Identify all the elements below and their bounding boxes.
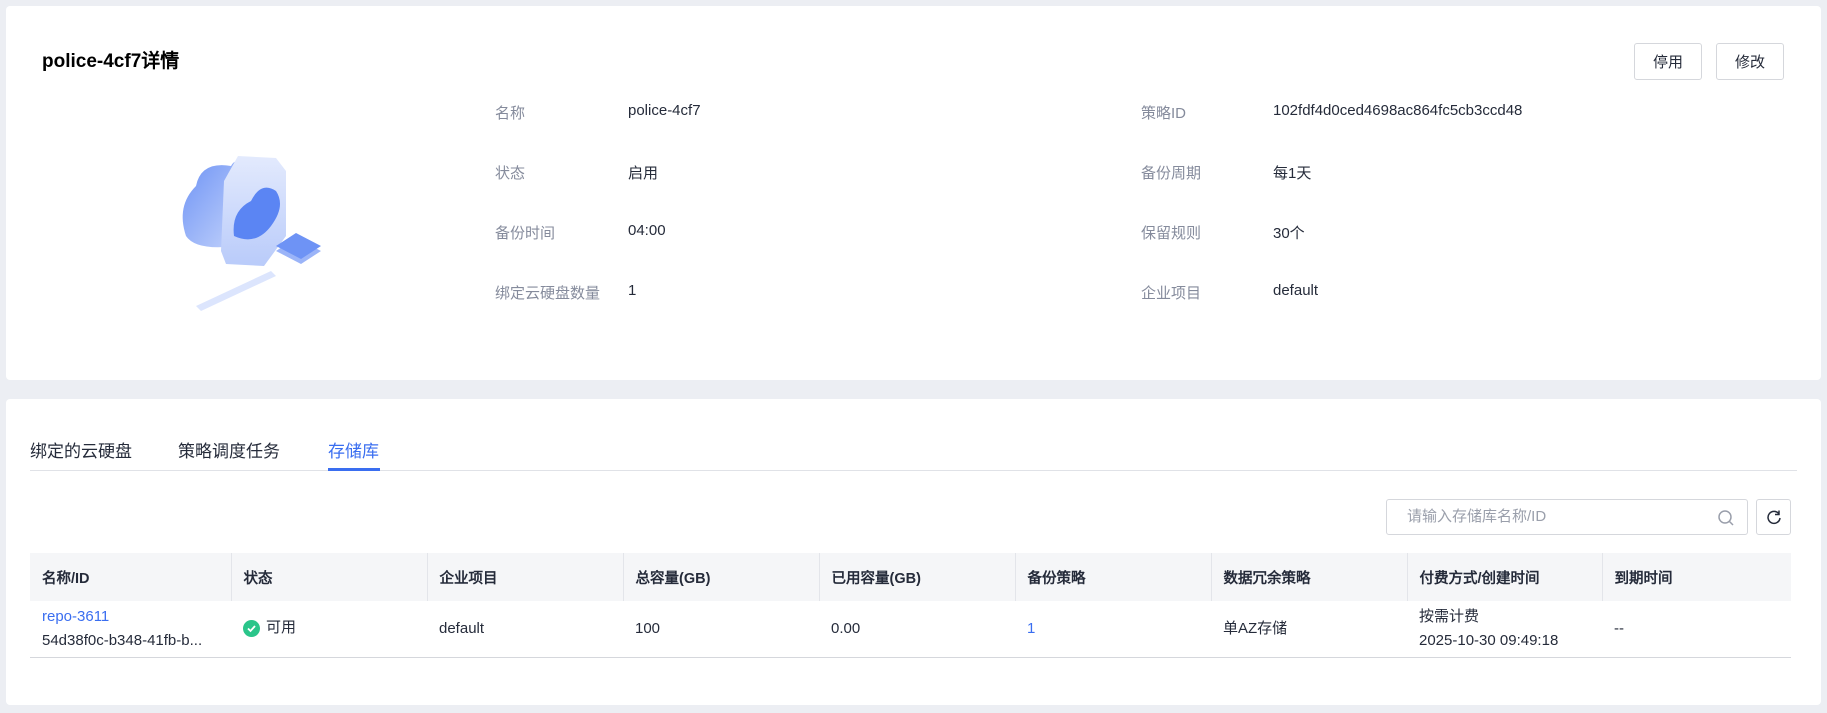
tab-schedule-tasks[interactable]: 策略调度任务 bbox=[178, 437, 280, 462]
detail-value: 启用 bbox=[628, 165, 659, 182]
vault-id: 54d38f0c-b348-41fb-b... bbox=[42, 631, 203, 649]
detail-label: 绑定云硬盘数量 bbox=[495, 285, 601, 302]
search-placeholder: 请输入存储库名称/ID bbox=[1407, 508, 1547, 525]
column-header: 状态 bbox=[230, 553, 427, 601]
column-header: 总容量(GB) bbox=[622, 553, 819, 601]
table-header-row: 名称/ID 状态 企业项目 总容量(GB) 已用容量(GB) 备份策略 数据冗余… bbox=[30, 553, 1791, 601]
detail-label: 状态 bbox=[495, 165, 526, 182]
column-header: 数据冗余策略 bbox=[1210, 553, 1407, 601]
column-header: 到期时间 bbox=[1601, 553, 1791, 601]
detail-value: default bbox=[1273, 282, 1319, 299]
tabs-card: 绑定的云硬盘 策略调度任务 存储库 请输入存储库名称/ID 名称/ID 状态 企… bbox=[6, 399, 1821, 705]
table-row: repo-3611 54d38f0c-b348-41fb-b... 可用 defa… bbox=[30, 601, 1791, 658]
search-icon[interactable] bbox=[1717, 509, 1735, 527]
detail-label: 企业项目 bbox=[1141, 285, 1202, 302]
vault-name-link[interactable]: repo-3611 bbox=[42, 608, 109, 625]
detail-label: 策略ID bbox=[1141, 105, 1187, 122]
billing-mode: 按需计费 bbox=[1419, 607, 1480, 625]
detail-value: 102fdf4d0ced4698ac864fc5cb3ccd48 bbox=[1273, 102, 1523, 119]
project-cell: default bbox=[427, 601, 623, 658]
redundancy-cell: 单AZ存储 bbox=[1211, 601, 1407, 658]
column-header: 名称/ID bbox=[30, 553, 231, 601]
detail-label: 备份周期 bbox=[1141, 165, 1202, 182]
disable-button[interactable]: 停用 bbox=[1634, 43, 1702, 80]
detail-label: 备份时间 bbox=[495, 225, 556, 242]
policy-detail-card: police-4cf7详情 停用 修改 名称 police-4cf7 策略ID … bbox=[6, 6, 1821, 380]
used-capacity-cell: 0.00 bbox=[819, 601, 1015, 658]
total-capacity-cell: 100 bbox=[623, 601, 819, 658]
vault-table: 名称/ID 状态 企业项目 总容量(GB) 已用容量(GB) 备份策略 数据冗余… bbox=[30, 553, 1791, 658]
tab-vaults[interactable]: 存储库 bbox=[328, 437, 379, 462]
edit-button[interactable]: 修改 bbox=[1716, 43, 1784, 80]
refresh-icon bbox=[1766, 510, 1781, 525]
detail-value: 1 bbox=[628, 282, 637, 299]
column-header: 已用容量(GB) bbox=[818, 553, 1015, 601]
vault-search-input[interactable]: 请输入存储库名称/ID bbox=[1386, 499, 1748, 535]
active-tab-indicator bbox=[328, 468, 380, 471]
detail-value: 每1天 bbox=[1273, 165, 1312, 182]
column-header: 企业项目 bbox=[426, 553, 623, 601]
detail-value: police-4cf7 bbox=[628, 102, 701, 119]
policy-count-link[interactable]: 1 bbox=[1027, 620, 1035, 637]
refresh-button[interactable] bbox=[1756, 499, 1791, 535]
page-title: police-4cf7详情 bbox=[42, 51, 180, 72]
detail-label: 名称 bbox=[495, 105, 526, 122]
cloud-backup-illustration bbox=[182, 156, 321, 311]
tab-divider bbox=[30, 470, 1797, 471]
check-circle-icon bbox=[243, 619, 260, 637]
column-header: 付费方式/创建时间 bbox=[1406, 553, 1602, 601]
detail-value: 04:00 bbox=[628, 222, 666, 239]
detail-label: 保留规则 bbox=[1141, 225, 1202, 242]
column-header: 备份策略 bbox=[1014, 553, 1211, 601]
expire-cell: -- bbox=[1602, 601, 1791, 658]
status-text: 可用 bbox=[266, 619, 297, 636]
tab-bound-disks[interactable]: 绑定的云硬盘 bbox=[30, 437, 132, 462]
detail-value: 30个 bbox=[1273, 225, 1305, 242]
created-time: 2025-10-30 09:49:18 bbox=[1419, 631, 1559, 649]
